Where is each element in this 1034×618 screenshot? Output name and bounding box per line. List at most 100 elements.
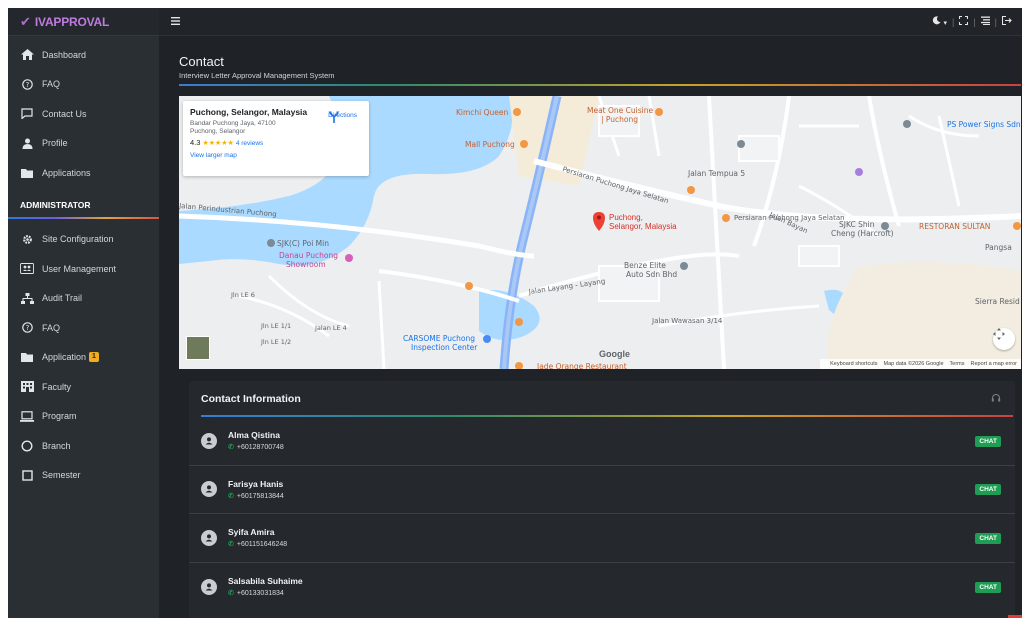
sidebar-item-label: FAQ bbox=[42, 322, 61, 333]
main-content: Contact Interview Letter Approval Manage… bbox=[159, 36, 1022, 618]
circle-icon bbox=[20, 439, 34, 453]
expand-icon bbox=[959, 15, 969, 27]
svg-text:?: ? bbox=[25, 324, 29, 332]
chevron-down-icon: ▾ bbox=[943, 20, 947, 27]
chat-button[interactable]: CHAT bbox=[975, 532, 1001, 544]
page-title: Contact bbox=[179, 54, 224, 69]
contact-phone-number: +60128700748 bbox=[236, 444, 284, 452]
card-title: Contact Information bbox=[201, 393, 301, 405]
whatsapp-icon: ✆ bbox=[228, 541, 234, 549]
pin-label-line2: Selangor, Malaysia bbox=[609, 222, 677, 231]
map-label-benze: Benze Elite bbox=[624, 261, 666, 270]
chat-button[interactable]: CHAT bbox=[975, 435, 1001, 447]
sidebar-item-label: Applications bbox=[42, 167, 91, 178]
camera-control-button[interactable] bbox=[993, 328, 1015, 350]
map-label-kimchi: Kimchi Queen bbox=[456, 108, 509, 117]
map-label-sjkc-poi: SJK(C) Poi Min bbox=[277, 239, 329, 248]
whatsapp-icon: ✆ bbox=[228, 444, 234, 452]
contact-information-card: Contact Information Alma Qistina ✆ +60128… bbox=[189, 381, 1015, 618]
comment-icon bbox=[20, 107, 34, 121]
chat-button[interactable]: CHAT bbox=[975, 484, 1001, 496]
question-circle-icon: ? bbox=[20, 321, 34, 335]
sidebar-item-label: Program bbox=[42, 411, 77, 422]
contact-row: Farisya Hanis ✆ +60175813844 CHAT bbox=[189, 466, 1015, 514]
brand[interactable]: ✔ IVAPPROVAL bbox=[8, 8, 159, 36]
application-count-badge: 1 bbox=[89, 352, 99, 363]
google-logo: Google bbox=[599, 349, 630, 359]
map-label-meat-one-2: | Puchong bbox=[601, 115, 638, 124]
sidebar-item-semester[interactable]: Semester bbox=[8, 461, 159, 491]
theme-toggle-button[interactable]: ▾ bbox=[932, 16, 947, 27]
brand-name: IVAPPROVAL bbox=[34, 14, 110, 29]
sidebar-item-label: Faculty bbox=[42, 381, 72, 392]
map-label-jln-le4: Jalan LE 4 bbox=[314, 324, 347, 332]
google-map[interactable]: Kimchi Queen Meat One Cuisine | Puchong … bbox=[179, 96, 1021, 369]
sidebar-item-audit-trail[interactable]: Audit Trail bbox=[8, 284, 159, 314]
logout-button[interactable] bbox=[1001, 15, 1012, 27]
hamburger-menu-icon[interactable] bbox=[171, 16, 180, 28]
sidebar-item-contact-us[interactable]: Contact Us bbox=[8, 99, 159, 129]
map-label-jalan-tempua: Jalan Tempua 5 bbox=[687, 169, 745, 178]
sidebar-item-label: Site Configuration bbox=[42, 234, 114, 245]
sidebar-item-profile[interactable]: Profile bbox=[8, 129, 159, 159]
report-map-error-link[interactable]: Report a map error bbox=[971, 361, 1017, 367]
contact-row: Salsabila Suhaime ✆ +60133031834 CHAT bbox=[189, 563, 1015, 612]
sidebar-item-label: Dashboard bbox=[42, 49, 87, 60]
terms-link[interactable]: Terms bbox=[950, 361, 965, 367]
map-label-jade: Jade Orange Restaurant bbox=[536, 362, 627, 369]
contact-details: Salsabila Suhaime ✆ +60133031834 bbox=[228, 576, 303, 597]
card-header: Contact Information bbox=[189, 381, 1015, 417]
map-label-danau-2: Showroom bbox=[286, 260, 326, 269]
sidebar-item-application[interactable]: Application 1 bbox=[8, 343, 159, 373]
map-label-meat-one: Meat One Cuisine bbox=[587, 106, 653, 115]
app-window: ✔ IVAPPROVAL Dashboard ? FAQ Contact Us bbox=[8, 8, 1022, 618]
sidebar-item-admin-faq[interactable]: ? FAQ bbox=[8, 313, 159, 343]
building-icon bbox=[20, 380, 34, 394]
whatsapp-icon: ✆ bbox=[228, 590, 234, 598]
sidebar-item-faq[interactable]: ? FAQ bbox=[8, 70, 159, 100]
map-label-carsome: CARSOME Puchong bbox=[403, 334, 475, 343]
menu-list-button[interactable] bbox=[980, 16, 990, 27]
contact-name: Syifa Amira bbox=[228, 527, 275, 538]
divider: | bbox=[951, 16, 955, 27]
contact-details: Syifa Amira ✆ +601151646248 bbox=[228, 527, 287, 548]
fullscreen-button[interactable] bbox=[959, 15, 969, 27]
user-avatar-icon bbox=[201, 432, 217, 449]
sidebar-item-dashboard[interactable]: Dashboard bbox=[8, 40, 159, 70]
check-logo-icon: ✔ bbox=[20, 13, 31, 29]
rating-value: 4.3 bbox=[190, 138, 201, 147]
sidebar-item-label: Audit Trail bbox=[42, 293, 83, 304]
user-avatar-icon bbox=[201, 529, 217, 546]
top-bar: ▾ | | | bbox=[159, 8, 1022, 36]
chat-button[interactable]: CHAT bbox=[975, 581, 1001, 593]
contact-phone-number: +601151646248 bbox=[236, 541, 288, 549]
headset-icon bbox=[991, 393, 1001, 405]
top-actions: ▾ | | | bbox=[932, 15, 1012, 27]
sidebar-item-faculty[interactable]: Faculty bbox=[8, 372, 159, 402]
contact-details: Alma Qistina ✆ +60128700748 bbox=[228, 430, 284, 451]
contact-row: Alma Qistina ✆ +60128700748 CHAT bbox=[189, 417, 1015, 466]
sidebar-item-branch[interactable]: Branch bbox=[8, 431, 159, 461]
sidebar-item-user-management[interactable]: User Management bbox=[8, 254, 159, 284]
reviews-link[interactable]: 4 reviews bbox=[236, 140, 263, 147]
map-label-danau: Danau Puchong bbox=[279, 251, 338, 260]
contact-details: Farisya Hanis ✆ +60175813844 bbox=[228, 479, 284, 500]
directions-button[interactable]: Directions bbox=[328, 111, 357, 123]
sidebar-item-applications[interactable]: Applications bbox=[8, 158, 159, 188]
sidebar-item-label: Semester bbox=[42, 470, 81, 481]
satellite-toggle[interactable] bbox=[186, 336, 210, 360]
map-label-pangsa: Pangsa bbox=[985, 243, 1012, 252]
map-label-jalan-wawasan: Jalan Wawasan 3/14 bbox=[651, 317, 723, 325]
contact-name: Salsabila Suhaime bbox=[228, 576, 303, 587]
view-larger-map-link[interactable]: View larger map bbox=[190, 152, 362, 159]
sidebar-item-site-configuration[interactable]: Site Configuration bbox=[8, 225, 159, 255]
star-icon: ★★★★★ bbox=[202, 140, 234, 147]
map-label-mall: Mall Puchong bbox=[465, 140, 515, 149]
whatsapp-icon: ✆ bbox=[228, 492, 234, 500]
sidebar-item-program[interactable]: Program bbox=[8, 402, 159, 432]
folder-icon bbox=[20, 166, 34, 180]
contact-row: Syifa Amira ✆ +601151646248 CHAT bbox=[189, 514, 1015, 563]
contact-phone: ✆ +60128700748 bbox=[228, 443, 284, 451]
keyboard-shortcuts-link[interactable]: Keyboard shortcuts bbox=[830, 361, 877, 367]
map-label-ps-power: PS Power Signs Sdn bbox=[947, 120, 1021, 129]
